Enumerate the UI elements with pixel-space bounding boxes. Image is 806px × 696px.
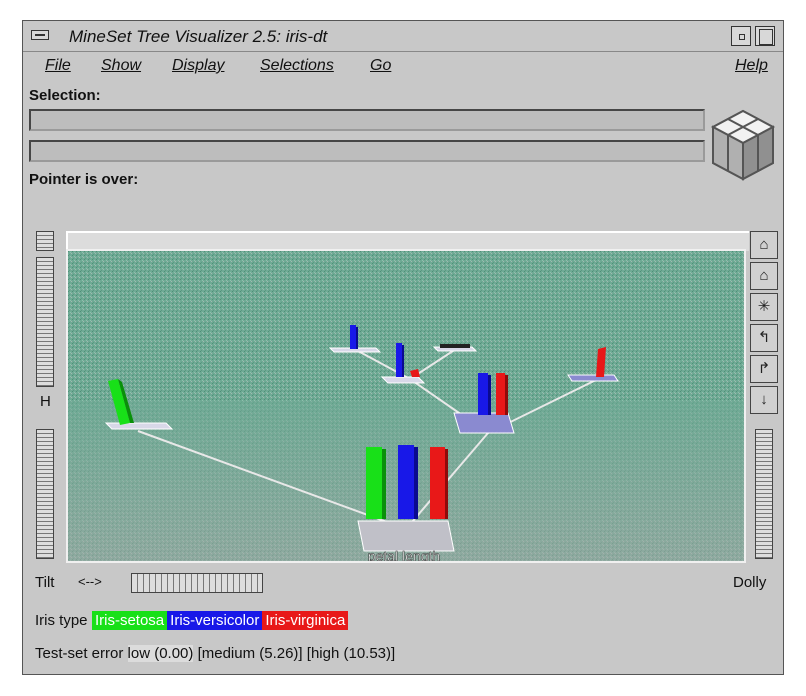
rotate-right-icon: ↱ bbox=[757, 360, 771, 377]
view-all-button[interactable]: ✳ bbox=[750, 293, 778, 321]
rotate-left-button[interactable]: ↰ bbox=[750, 324, 778, 352]
menu-show[interactable]: Show bbox=[101, 57, 141, 75]
vertical-rotation-thumbwheel[interactable] bbox=[36, 257, 54, 387]
menu-go[interactable]: Go bbox=[370, 57, 391, 75]
viewer-frame bbox=[66, 231, 749, 251]
rotate-left-icon: ↰ bbox=[757, 329, 771, 346]
go-down-icon: ↓ bbox=[760, 391, 768, 408]
error-medium[interactable]: [medium (5.26)] bbox=[198, 645, 303, 662]
rotate-right-button[interactable]: ↱ bbox=[750, 355, 778, 383]
set-home-icon: ⌂ bbox=[759, 267, 769, 284]
legend: Iris type Iris-setosa Iris-versicolor Iris… bbox=[35, 611, 349, 631]
root-node[interactable] bbox=[357, 445, 455, 552]
pointer-label: Pointer is over: bbox=[29, 171, 139, 188]
menu-selections[interactable]: Selections bbox=[260, 57, 334, 75]
main-window: MineSet Tree Visualizer 2.5: iris-dt Fil… bbox=[22, 20, 784, 675]
home-button[interactable]: ⌂ bbox=[750, 231, 778, 259]
root-node-label: petal length bbox=[368, 548, 440, 563]
selection-field-1[interactable] bbox=[29, 109, 705, 131]
selection-field-2[interactable] bbox=[29, 140, 705, 162]
minimize-icon bbox=[739, 34, 745, 40]
legend-setosa[interactable]: Iris-setosa bbox=[91, 611, 168, 630]
menu-display[interactable]: Display bbox=[172, 57, 224, 75]
dolly-label: Dolly bbox=[733, 574, 767, 591]
tree-viewer[interactable]: petal length bbox=[66, 249, 746, 563]
maximize-button[interactable] bbox=[755, 26, 775, 46]
tilt-thumbwheel[interactable] bbox=[36, 429, 54, 559]
tilt-arrows: <--> bbox=[78, 574, 102, 589]
legend-label: Iris type bbox=[35, 612, 88, 629]
zoom-button[interactable] bbox=[36, 231, 54, 251]
view-all-icon: ✳ bbox=[757, 298, 771, 315]
legend-versicolor[interactable]: Iris-versicolor bbox=[167, 611, 263, 630]
horizontal-rotation-thumbwheel[interactable] bbox=[131, 573, 263, 593]
selection-label: Selection: bbox=[29, 87, 101, 104]
minimize-button[interactable] bbox=[731, 26, 751, 46]
tilt-label: Tilt bbox=[35, 574, 55, 591]
go-down-button[interactable]: ↓ bbox=[750, 386, 778, 414]
tree-canvas[interactable]: petal length bbox=[68, 251, 746, 563]
menu-help[interactable]: Help bbox=[735, 57, 768, 75]
error-low[interactable]: low (0.00) bbox=[127, 645, 194, 662]
menu-file[interactable]: File bbox=[45, 57, 71, 75]
title-bar: MineSet Tree Visualizer 2.5: iris-dt bbox=[23, 21, 783, 52]
window-menu-icon[interactable] bbox=[31, 30, 49, 40]
navigation-cube-icon[interactable] bbox=[709, 107, 777, 183]
error-label: Test-set error bbox=[35, 645, 124, 662]
dolly-thumbwheel[interactable] bbox=[755, 429, 773, 559]
window-title: MineSet Tree Visualizer 2.5: iris-dt bbox=[69, 27, 328, 46]
test-set-error: Test-set error low (0.00) [medium (5.26)… bbox=[35, 645, 395, 662]
error-high[interactable]: [high (10.53)] bbox=[307, 645, 395, 662]
legend-virginica[interactable]: Iris-virginica bbox=[262, 611, 349, 630]
leaf-node-mixed-top[interactable] bbox=[432, 344, 478, 352]
set-home-button[interactable]: ⌂ bbox=[750, 262, 778, 290]
home-icon: ⌂ bbox=[759, 236, 769, 253]
maximize-icon bbox=[759, 29, 773, 45]
menu-bar: File Show Display Selections Go Help bbox=[23, 52, 783, 80]
h-label: H bbox=[40, 393, 51, 410]
